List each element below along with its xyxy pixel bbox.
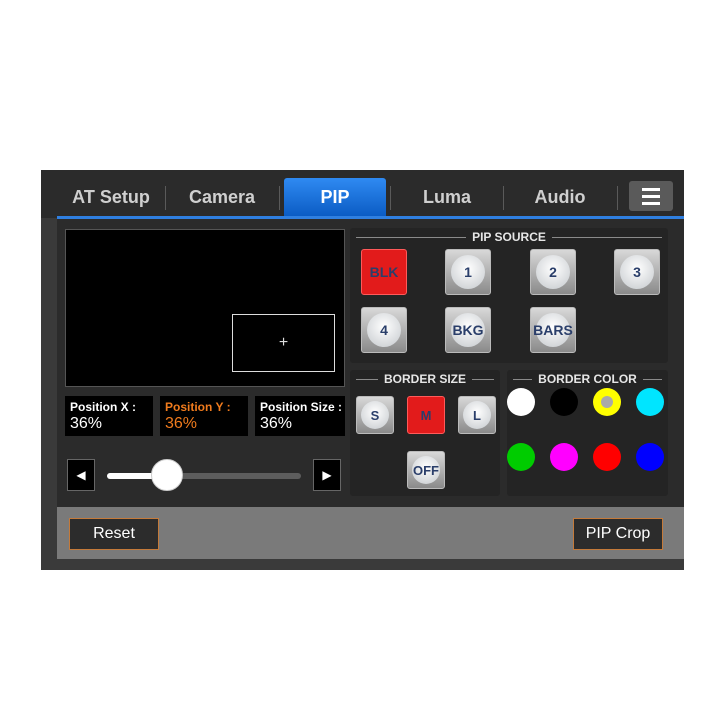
source-button-bars[interactable]: BARS	[530, 307, 576, 353]
pip-main-panel: + Position X : 36% Position Y : 36% Posi…	[57, 219, 684, 507]
color-swatch[interactable]	[636, 388, 664, 416]
position-size-value: 36%	[260, 415, 293, 432]
color-swatch[interactable]	[593, 388, 621, 416]
border-color-title: BORDER COLOR	[507, 372, 668, 386]
color-swatch[interactable]	[636, 443, 664, 471]
tab-pip[interactable]: PIP	[284, 178, 386, 216]
tab-luma[interactable]: Luma	[393, 178, 501, 216]
border-size-title: BORDER SIZE	[350, 372, 500, 386]
tab-separator	[390, 186, 391, 210]
pip-crop-button[interactable]: PIP Crop	[573, 518, 663, 550]
tab-at-setup[interactable]: AT Setup	[57, 178, 165, 216]
pip-window-box[interactable]: +	[232, 314, 335, 372]
tab-bar: AT Setup Camera PIP Luma Audio	[41, 170, 684, 218]
source-button-4[interactable]: 4	[361, 307, 407, 353]
pip-preview[interactable]: +	[65, 229, 345, 387]
source-button-2[interactable]: 2	[530, 249, 576, 295]
color-swatch[interactable]	[593, 443, 621, 471]
bottom-strip	[57, 559, 684, 570]
color-swatch[interactable]	[507, 388, 535, 416]
border-off-button[interactable]: OFF	[407, 451, 445, 489]
position-x-label: Position X :	[70, 400, 136, 414]
crosshair-icon: +	[278, 334, 289, 351]
border-size-s-button[interactable]: S	[356, 396, 394, 434]
pip-source-title: PIP SOURCE	[350, 230, 668, 244]
source-button-1[interactable]: 1	[445, 249, 491, 295]
tab-separator	[617, 186, 618, 210]
reset-button[interactable]: Reset	[69, 518, 159, 550]
footer-bar: Reset PIP Crop	[57, 507, 684, 559]
position-y-readout[interactable]: Position Y : 36%	[160, 396, 248, 436]
tab-separator	[165, 186, 166, 210]
color-swatch[interactable]	[550, 388, 578, 416]
border-size-panel: BORDER SIZE S M L OFF	[350, 370, 500, 496]
slider-track[interactable]	[107, 473, 301, 479]
position-y-value: 36%	[165, 415, 198, 432]
tab-camera[interactable]: Camera	[167, 178, 277, 216]
source-button-blk[interactable]: BLK	[361, 249, 407, 295]
arrow-left-icon[interactable]: ◀	[67, 459, 95, 491]
position-x-value: 36%	[70, 415, 103, 432]
position-size-label: Position Size :	[260, 400, 343, 414]
tab-separator	[279, 186, 280, 210]
arrow-right-icon[interactable]: ▶	[313, 459, 341, 491]
border-size-m-button[interactable]: M	[407, 396, 445, 434]
position-x-readout: Position X : 36%	[65, 396, 153, 436]
slider-thumb[interactable]	[151, 459, 184, 491]
color-swatch[interactable]	[550, 443, 578, 471]
position-y-label: Position Y :	[165, 400, 231, 414]
position-size-readout: Position Size : 36%	[255, 396, 345, 436]
color-swatch[interactable]	[507, 443, 535, 471]
pip-control-app: AT Setup Camera PIP Luma Audio + Positio…	[41, 170, 684, 570]
border-size-l-button[interactable]: L	[458, 396, 496, 434]
border-color-panel: BORDER COLOR	[507, 370, 668, 496]
source-button-3[interactable]: 3	[614, 249, 660, 295]
tab-audio[interactable]: Audio	[506, 178, 614, 216]
source-button-bkg[interactable]: BKG	[445, 307, 491, 353]
hamburger-menu-icon[interactable]	[629, 181, 673, 211]
tab-separator	[503, 186, 504, 210]
pip-source-panel: PIP SOURCE BLK 1 2 3 4 BKG BARS	[350, 228, 668, 363]
